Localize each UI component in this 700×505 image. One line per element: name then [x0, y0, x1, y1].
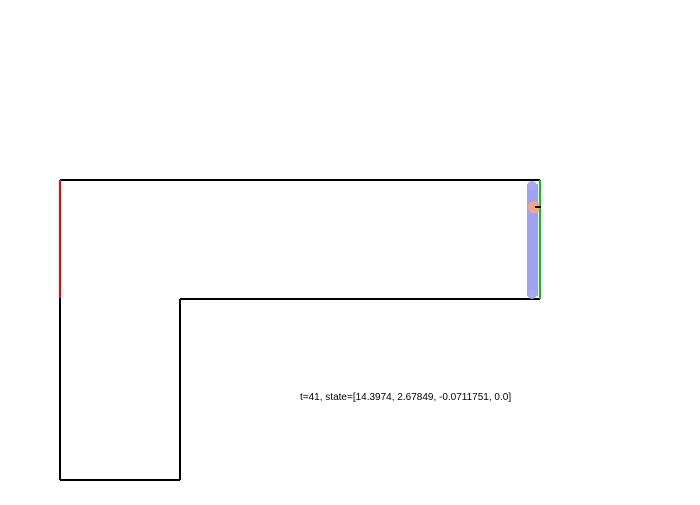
trail-band — [527, 184, 538, 296]
environment-render: t=41, state=[14.3974, 2.67849, -0.071175… — [59, 179, 541, 481]
state-readout: t=41, state=[14.3974, 2.67849, -0.071175… — [300, 392, 511, 403]
environment-canvas: t=41, state=[14.3974, 2.67849, -0.071175… — [0, 0, 700, 500]
trail-cap-top — [527, 181, 537, 191]
track-walls — [59, 179, 540, 481]
agent-trail — [527, 181, 538, 299]
trail-cap-bottom — [527, 289, 537, 299]
